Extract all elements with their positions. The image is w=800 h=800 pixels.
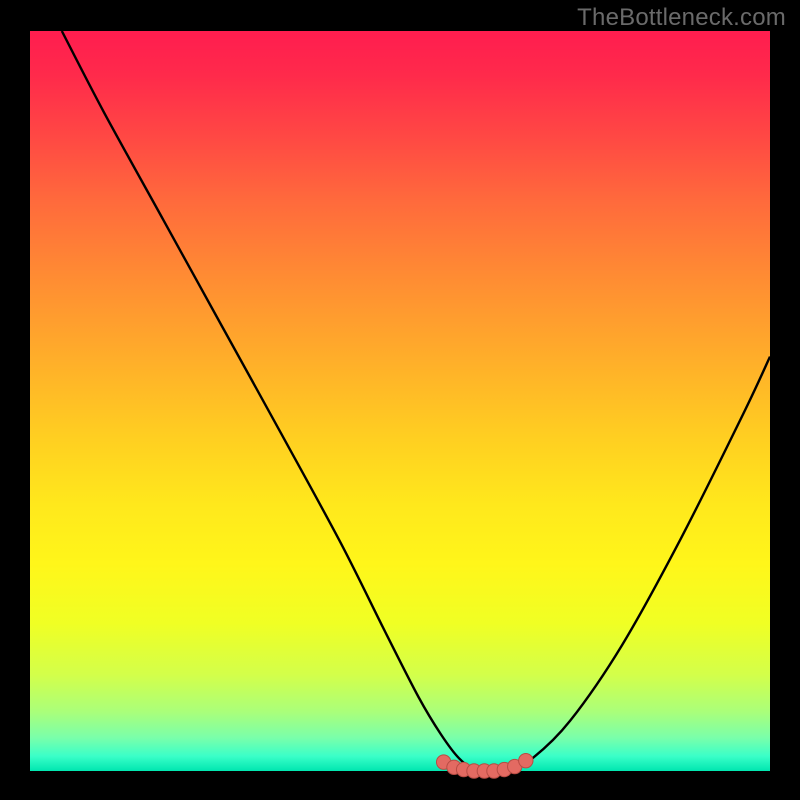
marker-dot (519, 753, 533, 767)
watermark-text: TheBottleneck.com (577, 4, 786, 32)
bottleneck-plot (0, 0, 800, 800)
